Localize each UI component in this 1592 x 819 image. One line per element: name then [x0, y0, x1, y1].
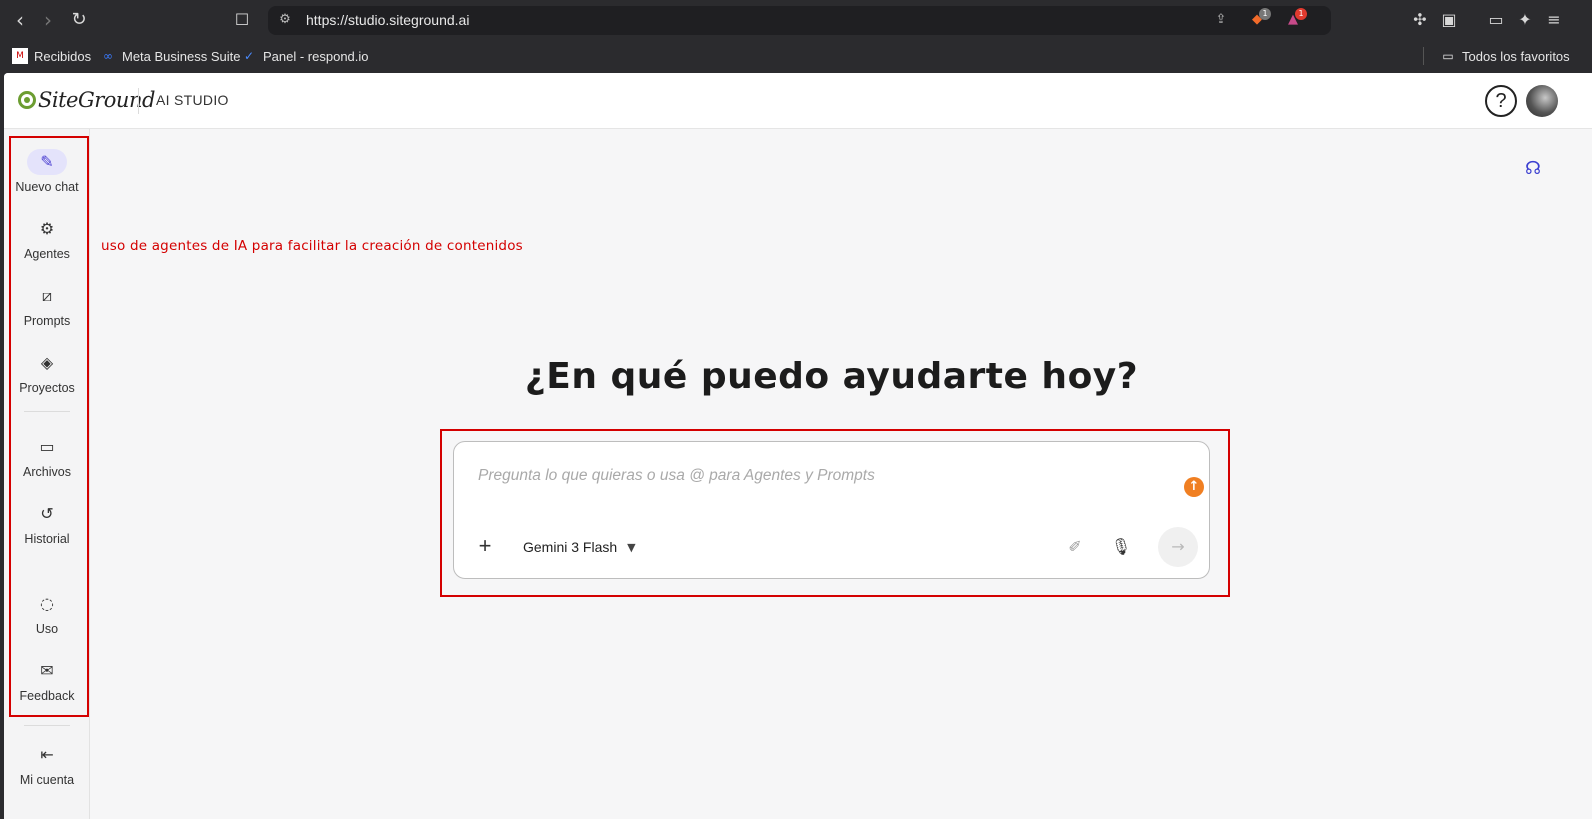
back-icon[interactable]: ‹ — [8, 8, 32, 32]
microphone-icon[interactable]: 🎙 — [1110, 536, 1132, 558]
respond-icon: ✓ — [243, 49, 255, 63]
address-bar[interactable]: ⚙ https://studio.siteground.ai ⇪ ◆ 1 ▲ 1 — [268, 6, 1331, 35]
siteground-logo[interactable]: SiteGround — [18, 88, 155, 112]
magic-wand-icon[interactable]: ✐ — [1064, 536, 1086, 558]
model-name: Gemini 3 Flash — [523, 539, 618, 555]
brave-rewards-icon[interactable]: ▲ 1 — [1284, 8, 1307, 29]
add-attachment-button[interactable]: + — [474, 535, 496, 557]
url-text: https://studio.siteground.ai — [306, 12, 470, 28]
gmail-icon: M — [12, 48, 28, 64]
reader-icon[interactable]: ▣ — [1438, 9, 1460, 31]
meta-icon: ∞ — [103, 49, 113, 63]
avatar[interactable] — [1526, 85, 1558, 117]
extensions-icon[interactable]: ✣ — [1409, 9, 1431, 31]
all-bookmarks-label: Todos los favoritos — [1462, 48, 1570, 64]
menu-icon[interactable]: ≡ — [1543, 9, 1565, 31]
bookmarks-divider — [1423, 47, 1424, 65]
send-button[interactable]: → — [1158, 527, 1198, 567]
chat-input[interactable]: Pregunta lo que quieras o usa @ para Age… — [478, 467, 875, 485]
app-title: AI STUDIO — [156, 92, 229, 108]
header-divider — [138, 88, 139, 114]
help-button[interactable]: ? — [1485, 85, 1517, 117]
sidebar-divider — [24, 725, 70, 726]
browser-toolbar: ‹ › ↻ ☐ ⚙ https://studio.siteground.ai ⇪… — [0, 0, 1592, 40]
leo-ai-icon[interactable]: ✦ — [1514, 9, 1536, 31]
rewards-badge: 1 — [1295, 8, 1307, 20]
site-settings-icon[interactable]: ⚙ — [276, 11, 294, 29]
bookmark-label: Meta Business Suite — [122, 48, 241, 64]
share-icon[interactable]: ⇪ — [1212, 11, 1230, 29]
bookmark-label: Recibidos — [34, 48, 92, 64]
chat-composer[interactable]: Pregunta lo que quieras o usa @ para Age… — [453, 441, 1210, 579]
upload-arrow-icon[interactable]: ↑ — [1184, 477, 1204, 497]
wallet-icon[interactable]: ▭ — [1485, 9, 1507, 31]
logo-mark-icon — [18, 91, 36, 109]
page-title: ¿En qué puedo ayudarte hoy? — [524, 356, 1139, 397]
brave-badge: 1 — [1259, 8, 1271, 20]
ghost-icon[interactable]: ☊ — [1521, 158, 1545, 180]
folder-icon: ▭ — [1442, 49, 1454, 63]
bookmark-icon[interactable]: ☐ — [230, 8, 254, 32]
annotation-text: uso de agentes de IA para facilitar la c… — [101, 238, 523, 254]
brave-shield-icon[interactable]: ◆ 1 — [1248, 8, 1271, 29]
all-bookmarks[interactable]: ▭ Todos los favoritos — [1440, 48, 1570, 64]
reload-icon[interactable]: ↻ — [67, 8, 91, 32]
bookmark-label: Panel - respond.io — [263, 48, 369, 64]
logout-icon: ⇤ — [40, 745, 54, 764]
sidebar-item-mi-cuenta[interactable]: ⇤ Mi cuenta — [4, 742, 90, 802]
model-selector[interactable]: Gemini 3 Flash ▼ — [523, 539, 636, 555]
app-page: SiteGround AI STUDIO ? ✎ Nuevo chat ⚙ Ag… — [4, 73, 1592, 819]
chevron-down-icon: ▼ — [627, 540, 636, 554]
annotation-box-sidebar — [9, 136, 89, 717]
bookmarks-bar: M Recibidos ∞ Meta Business Suite ✓ Pane… — [0, 40, 1592, 73]
forward-icon[interactable]: › — [36, 8, 60, 32]
app-header: SiteGround AI STUDIO ? — [4, 73, 1592, 129]
sidebar-item-label: Mi cuenta — [19, 773, 75, 787]
bookmark-recibidos[interactable]: M Recibidos — [12, 48, 91, 64]
bookmark-meta[interactable]: ∞ Meta Business Suite — [100, 48, 241, 64]
bookmark-respond[interactable]: ✓ Panel - respond.io — [241, 48, 369, 64]
